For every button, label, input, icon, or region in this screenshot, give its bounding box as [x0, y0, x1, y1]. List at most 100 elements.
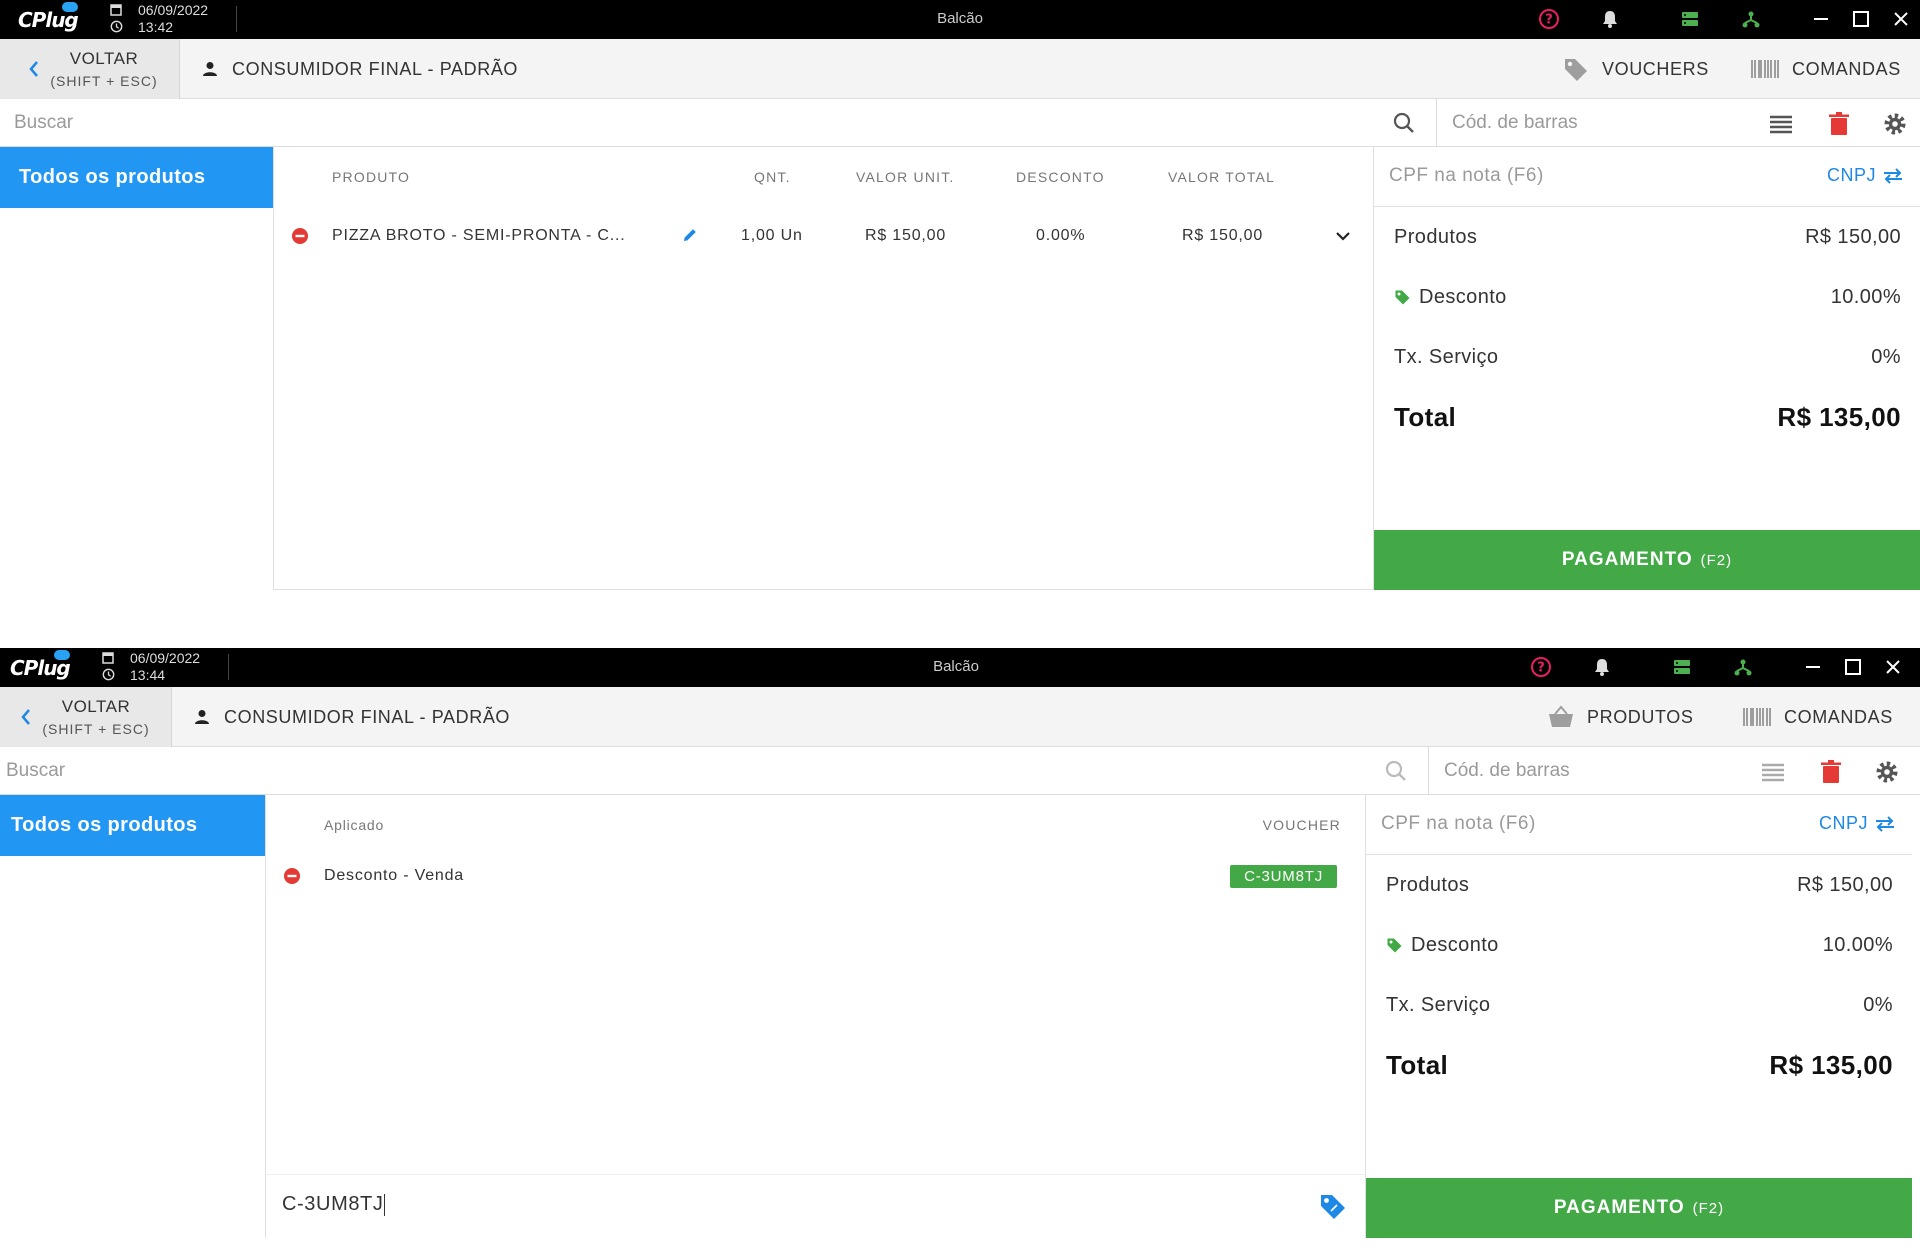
- cnpj-label: CNPJ: [1826, 165, 1876, 185]
- basket-icon: [1549, 705, 1573, 727]
- back-shortcut: (SHIFT + ESC): [50, 73, 158, 89]
- network-icon[interactable]: [1732, 656, 1754, 678]
- swap-icon: [1884, 167, 1902, 184]
- produtos-button[interactable]: PRODUTOS: [1547, 701, 1693, 733]
- back-label: VOLTAR: [69, 49, 139, 68]
- voucher-badge: C-3UM8TJ: [1230, 865, 1337, 888]
- search-row: [0, 99, 1920, 147]
- person-icon: [203, 62, 217, 76]
- customer-selector[interactable]: CONSUMIDOR FINAL - PADRÃO: [202, 57, 518, 81]
- pagamento-button[interactable]: PAGAMENTO (F2): [1366, 1178, 1912, 1238]
- svg-text:?: ?: [1545, 13, 1553, 28]
- server-icon[interactable]: [1671, 656, 1693, 678]
- help-icon[interactable]: ?: [1538, 8, 1560, 30]
- summary-servico[interactable]: Tx. Serviço 0%: [1386, 994, 1893, 1024]
- minimize-icon[interactable]: [1802, 656, 1824, 678]
- customer-name: CONSUMIDOR FINAL - PADRÃO: [224, 706, 511, 727]
- search-icon[interactable]: [1392, 111, 1416, 135]
- col-aplicado: Aplicado: [324, 817, 385, 833]
- window-title: Balcão: [933, 658, 979, 675]
- network-icon[interactable]: [1740, 8, 1762, 30]
- cell-valor-total: R$ 150,00: [1182, 227, 1264, 244]
- svg-text:?: ?: [1537, 661, 1545, 676]
- cpf-field[interactable]: CPF na nota (F6) CNPJ: [1374, 147, 1920, 207]
- server-icon[interactable]: [1679, 8, 1701, 30]
- header-bar: VOLTAR (SHIFT + ESC) CONSUMIDOR FINAL - …: [0, 687, 1920, 747]
- close-icon[interactable]: [1882, 656, 1904, 678]
- summary-desconto[interactable]: Desconto 10.00%: [1394, 286, 1901, 316]
- person-icon: [195, 710, 209, 724]
- screenshot-products: CPlug 06/09/2022 13:42 Balcão ? VOLTAR (…: [0, 0, 1920, 590]
- discount-tag-icon: [1395, 290, 1410, 305]
- list-icon[interactable]: [1760, 759, 1786, 785]
- cpf-field[interactable]: CPF na nota (F6) CNPJ: [1366, 795, 1912, 855]
- header-bar: VOLTAR (SHIFT + ESC) CONSUMIDOR FINAL - …: [0, 39, 1920, 99]
- cell-valor-unit: R$ 150,00: [865, 227, 947, 244]
- cpf-placeholder: CPF na nota (F6): [1389, 165, 1544, 186]
- voucher-input-value: C-3UM8TJ: [282, 1193, 384, 1215]
- comandas-button[interactable]: COMANDAS: [1742, 701, 1893, 733]
- summary-total: Total R$ 135,00: [1386, 1050, 1893, 1080]
- col-voucher: VOUCHER: [1262, 817, 1341, 833]
- edit-icon[interactable]: [681, 226, 699, 244]
- back-shortcut: (SHIFT + ESC): [42, 721, 150, 737]
- maximize-icon[interactable]: [1842, 656, 1864, 678]
- minimize-icon[interactable]: [1810, 8, 1832, 30]
- category-all-products[interactable]: Todos os produtos: [0, 147, 273, 208]
- order-summary: CPF na nota (F6) CNPJ Produtos R$ 150,00…: [1365, 795, 1912, 1238]
- comandas-label: COMANDAS: [1784, 706, 1893, 727]
- vouchers-button[interactable]: VOUCHERS: [1562, 53, 1709, 85]
- bell-icon[interactable]: [1599, 8, 1621, 30]
- tag-icon: [1565, 59, 1587, 81]
- help-icon[interactable]: ?: [1530, 656, 1552, 678]
- title-bar: CPlug 06/09/2022 13:44 Balcão ?: [0, 648, 1920, 687]
- gear-icon[interactable]: [1882, 111, 1908, 137]
- discount-tag-icon: [1387, 938, 1402, 953]
- remove-voucher-icon[interactable]: [283, 867, 301, 885]
- vouchers-label: VOUCHERS: [1602, 58, 1709, 79]
- search-input[interactable]: [0, 747, 1382, 794]
- category-all-products[interactable]: Todos os produtos: [0, 795, 265, 856]
- cnpj-toggle[interactable]: CNPJ: [1827, 165, 1904, 186]
- summary-produtos: Produtos R$ 150,00: [1394, 226, 1901, 248]
- chevron-down-icon[interactable]: [1334, 227, 1352, 245]
- comandas-label: COMANDAS: [1792, 58, 1901, 79]
- trash-icon[interactable]: [1826, 111, 1852, 137]
- summary-servico[interactable]: Tx. Serviço 0%: [1394, 346, 1901, 376]
- barcode-icon: [1743, 708, 1771, 726]
- remove-item-icon[interactable]: [291, 227, 309, 245]
- cell-qnt: 1,00 Un: [741, 227, 803, 244]
- barcode-icon: [1751, 60, 1779, 78]
- window-title: Balcão: [937, 10, 983, 27]
- back-button[interactable]: VOLTAR (SHIFT + ESC): [0, 687, 172, 747]
- cnpj-toggle[interactable]: CNPJ: [1819, 813, 1896, 834]
- search-input[interactable]: [0, 99, 1390, 146]
- list-icon[interactable]: [1768, 111, 1794, 137]
- bell-icon[interactable]: [1591, 656, 1613, 678]
- comandas-button[interactable]: COMANDAS: [1750, 53, 1901, 85]
- title-bar: CPlug 06/09/2022 13:42 Balcão ?: [0, 0, 1920, 39]
- customer-selector[interactable]: CONSUMIDOR FINAL - PADRÃO: [194, 705, 510, 729]
- col-produto: PRODUTO: [332, 169, 411, 185]
- screenshot-vouchers: CPlug 06/09/2022 13:44 Balcão ? VOLTAR (…: [0, 648, 1920, 1256]
- apply-voucher-tag-icon[interactable]: [1319, 1193, 1347, 1221]
- maximize-icon[interactable]: [1850, 8, 1872, 30]
- back-button[interactable]: VOLTAR (SHIFT + ESC): [0, 39, 180, 99]
- cnpj-label: CNPJ: [1818, 813, 1868, 833]
- cell-desconto: 0.00%: [1036, 227, 1086, 244]
- barcode-input[interactable]: [1430, 747, 1730, 794]
- summary-produtos: Produtos R$ 150,00: [1386, 874, 1893, 896]
- search-icon[interactable]: [1384, 759, 1408, 783]
- voucher-input[interactable]: C-3UM8TJ: [266, 1174, 1365, 1238]
- cpf-placeholder: CPF na nota (F6): [1381, 813, 1536, 834]
- barcode-input[interactable]: [1438, 99, 1738, 146]
- chevron-left-icon: [29, 61, 38, 77]
- trash-icon[interactable]: [1818, 759, 1844, 785]
- chevron-left-icon: [21, 709, 30, 725]
- gear-icon[interactable]: [1874, 759, 1900, 785]
- pagamento-button[interactable]: PAGAMENTO (F2): [1374, 530, 1920, 590]
- order-summary: CPF na nota (F6) CNPJ Produtos R$ 150,00…: [1373, 147, 1920, 590]
- summary-desconto[interactable]: Desconto 10.00%: [1386, 934, 1893, 964]
- close-icon[interactable]: [1890, 8, 1912, 30]
- col-valor-total: VALOR TOTAL: [1168, 169, 1276, 185]
